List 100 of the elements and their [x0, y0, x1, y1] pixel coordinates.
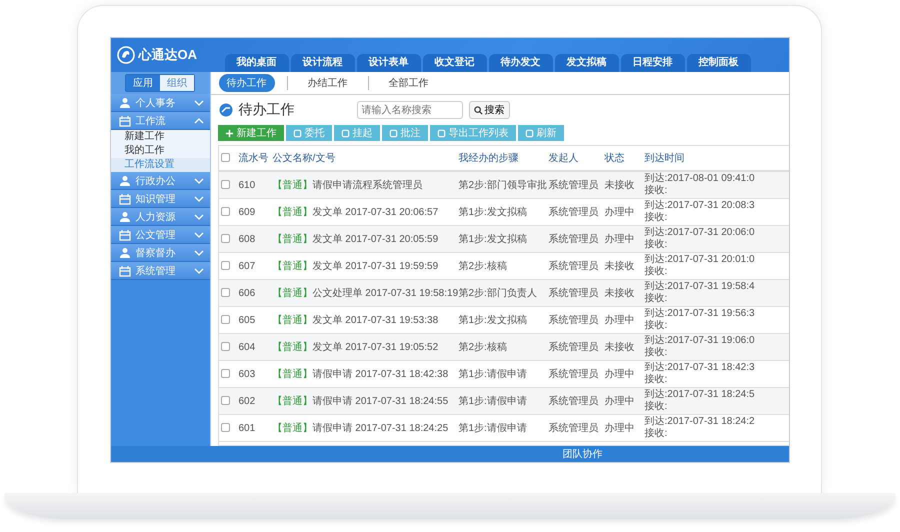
nav-tab[interactable]: 控制面板	[686, 54, 750, 72]
status-cell: 办理中	[604, 234, 634, 245]
submenu-item[interactable]: 工作流设置	[110, 158, 210, 172]
checkbox[interactable]	[220, 153, 230, 162]
nav-tab[interactable]: 日程安排	[620, 54, 684, 72]
priority-tag: 【普通】	[272, 207, 312, 218]
footer-text: 团队协作	[562, 448, 602, 461]
menu-item[interactable]: 人力资源	[110, 208, 210, 226]
receive-time: 接收:	[644, 401, 668, 413]
document-link[interactable]: 请假申请流程系统管理员	[312, 180, 422, 191]
arrival-time: 到达:2017-07-31 20:06:0	[644, 227, 756, 238]
submenu-item[interactable]: 我的工作	[110, 144, 210, 158]
document-link[interactable]: 发文单 2017-07-31 20:06:57	[312, 207, 438, 218]
column-header: 我经办的步骤	[458, 153, 518, 164]
document-link[interactable]: 发文单 2017-07-31 19:59:59	[312, 261, 438, 272]
checkbox[interactable]	[220, 207, 230, 216]
sub-tab[interactable]: 全部工作	[380, 74, 436, 92]
checkbox[interactable]	[220, 261, 230, 270]
title-icon	[218, 103, 232, 117]
sub-tab[interactable]: 办结工作	[300, 74, 356, 92]
arrival-time: 到达:2017-07-31 18:42:3	[644, 362, 756, 374]
switch-tab[interactable]: 应用	[126, 75, 160, 91]
menu-item[interactable]: 工作流	[110, 112, 210, 130]
status-cell: 办理中	[604, 423, 634, 434]
sender-cell: 系统管理员	[548, 207, 598, 218]
menu-item[interactable]: 系统管理	[110, 262, 210, 280]
column-header: 发起人	[548, 153, 578, 164]
receive-time: 接收:	[644, 320, 668, 332]
nav-tab[interactable]: 设计流程	[290, 54, 354, 72]
step-cell: 第2步:核稿	[458, 342, 507, 353]
status-cell: 办理中	[604, 369, 634, 380]
document-link[interactable]: 发文单 2017-07-31 19:53:38	[312, 315, 438, 326]
priority-tag: 【普通】	[272, 315, 312, 326]
document-link[interactable]: 发文单 2017-07-31 20:05:59	[312, 234, 438, 245]
step-cell: 第1步:发文拟稿	[458, 207, 527, 218]
search-button[interactable]: 搜索	[468, 101, 510, 119]
priority-tag: 【普通】	[272, 288, 312, 299]
switch-tab[interactable]: 组织	[160, 75, 194, 91]
serial-cell: 604	[238, 342, 256, 352]
sender-cell: 系统管理员	[548, 342, 598, 353]
document-link[interactable]: 请假申请 2017-07-31 18:42:38	[312, 369, 448, 380]
menu-item[interactable]: 知识管理	[110, 190, 210, 208]
nav-tab[interactable]: 收文登记	[422, 54, 486, 72]
chevron-icon	[194, 100, 204, 106]
nav-tab[interactable]: 设计表单	[356, 54, 420, 72]
status-cell: 办理中	[604, 396, 634, 407]
column-header: 流水号	[238, 153, 268, 164]
checkbox[interactable]	[220, 180, 230, 190]
arrival-time: 到达:2017-07-31 18:24:5	[644, 389, 756, 400]
menu-icon	[118, 96, 130, 108]
sender-cell: 系统管理员	[548, 396, 598, 407]
menu-icon	[118, 228, 130, 240]
sender-cell: 系统管理员	[548, 288, 598, 299]
priority-tag: 【普通】	[272, 342, 312, 353]
status-cell: 办理中	[604, 315, 634, 326]
document-link[interactable]: 发文单 2017-07-31 19:05:52	[312, 342, 438, 353]
checkbox[interactable]	[220, 369, 230, 378]
document-link[interactable]: 请假申请 2017-07-31 18:24:25	[312, 423, 448, 434]
serial-cell: 607	[238, 260, 256, 272]
page-title: 待办工作	[238, 101, 296, 119]
chevron-icon	[194, 250, 204, 256]
checkbox[interactable]	[220, 234, 230, 244]
submenu-item[interactable]: 新建工作	[110, 130, 210, 144]
nav-tab[interactable]: 待办发文	[488, 54, 552, 72]
step-cell: 第2步:核稿	[458, 261, 507, 272]
priority-tag: 【普通】	[272, 234, 312, 245]
serial-cell: 608	[238, 234, 256, 244]
checkbox[interactable]	[220, 342, 230, 352]
serial-cell: 605	[238, 314, 256, 326]
arrival-time: 到达:2017-07-31 18:24:2	[644, 416, 756, 428]
sub-tab[interactable]: 待办工作	[218, 74, 274, 92]
step-cell: 第1步:请假申请	[458, 423, 527, 434]
status-cell: 未接收	[604, 261, 634, 272]
checkbox[interactable]	[220, 288, 230, 298]
nav-tab[interactable]: 我的桌面	[224, 54, 288, 72]
plus-icon	[224, 128, 234, 138]
menu-icon	[118, 264, 130, 276]
serial-cell: 609	[238, 206, 256, 218]
step-cell: 第1步:请假申请	[458, 396, 527, 407]
receive-time: 接收:	[644, 428, 668, 440]
search-icon	[474, 106, 482, 114]
menu-item[interactable]: 公文管理	[110, 226, 210, 244]
toolbar-button[interactable]: 新建工作	[218, 125, 284, 141]
priority-tag: 【普通】	[272, 180, 312, 191]
menu-item[interactable]: 行政办公	[110, 172, 210, 190]
menu-item[interactable]: 督察督办	[110, 244, 210, 262]
step-cell: 第2步:部门负责人	[458, 288, 537, 299]
serial-cell: 603	[238, 368, 256, 380]
menu-icon	[118, 174, 130, 186]
document-link[interactable]: 公文处理单 2017-07-31 19:58:19	[312, 288, 458, 299]
receive-time: 接收:	[644, 212, 668, 224]
nav-tab[interactable]: 发文拟稿	[554, 54, 618, 72]
checkbox[interactable]	[220, 315, 230, 324]
checkbox[interactable]	[220, 396, 230, 406]
checkbox[interactable]	[220, 423, 230, 432]
serial-cell: 606	[238, 288, 256, 298]
search-field[interactable]: 请输入名称搜索	[356, 101, 462, 119]
menu-item[interactable]: 个人事务	[110, 94, 210, 112]
document-link[interactable]: 请假申请 2017-07-31 18:24:55	[312, 396, 448, 407]
arrival-time: 到达:2017-07-31 19:56:3	[644, 308, 756, 320]
